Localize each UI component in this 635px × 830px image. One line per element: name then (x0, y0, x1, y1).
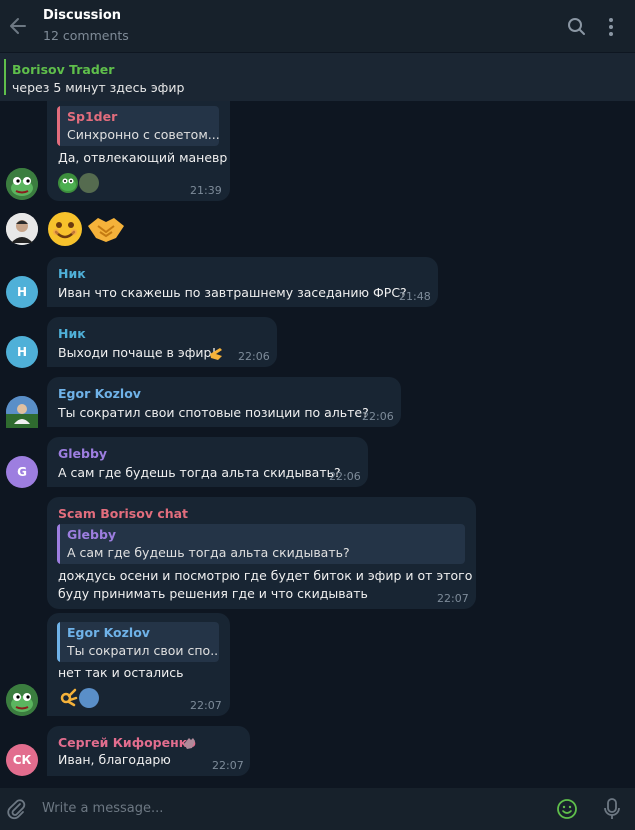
pinned-title: Borisov Trader (12, 62, 115, 77)
reply-preview[interactable]: Sp1der Синхронно с советом... (57, 106, 219, 146)
avatar[interactable] (6, 684, 38, 716)
reply-preview[interactable]: Egor Kozlov Ты сократил свои спо... (57, 622, 219, 662)
message-time: 22:07 (190, 699, 222, 712)
message-text-line-2: буду принимать решения где и что скидыва… (58, 586, 368, 601)
message-bubble[interactable]: Ник Иван что скажешь по завтрашнему засе… (47, 257, 438, 307)
reply-text: А сам где будешь тогда альта скидывать? (67, 545, 350, 560)
avatar[interactable]: Н (6, 336, 38, 368)
photo-reaction-icon[interactable] (79, 688, 99, 708)
smile-emoji-icon (47, 211, 83, 247)
message-text: Иван, благодарю (58, 752, 171, 767)
message-time: 22:06 (362, 410, 394, 423)
sender-name[interactable]: Ник (58, 266, 86, 281)
back-arrow-icon[interactable] (6, 12, 30, 40)
message-text: нет так и остались (58, 665, 184, 680)
pinned-accent-bar (4, 59, 6, 95)
message-bubble[interactable]: Сергей Кифоренко Иван, благодарю 22:07 (47, 726, 250, 776)
microphone-icon[interactable] (601, 797, 623, 821)
attach-icon[interactable] (5, 798, 27, 820)
message-text: Ты сократил свои спотовые позиции по аль… (58, 405, 369, 420)
reply-text: Ты сократил свои спо... (67, 643, 219, 658)
sender-name[interactable]: Ник (58, 326, 86, 341)
chat-header: Discussion 12 comments (0, 0, 635, 52)
reply-accent-bar (57, 106, 60, 146)
message-text-line-1: дождусь осени и посмотрю где будет биток… (58, 568, 473, 583)
reply-sender: Egor Kozlov (67, 625, 150, 640)
message-time: 22:06 (238, 350, 270, 363)
message-time: 22:07 (212, 759, 244, 772)
message-bubble[interactable]: Glebby А сам где будешь тогда альта скид… (47, 437, 368, 487)
sender-name[interactable]: Egor Kozlov (58, 386, 141, 401)
reply-sender: Sp1der (67, 109, 118, 124)
message-time: 22:07 (437, 592, 469, 605)
message-bubble[interactable]: Scam Borisov chat Glebby А сам где будеш… (47, 497, 476, 609)
reply-accent-bar (57, 524, 60, 564)
avatar[interactable] (6, 213, 38, 245)
message-bubble[interactable]: Ник Выходи почаще в эфир! 22:06 (47, 317, 277, 367)
message-text: Выходи почаще в эфир! (58, 345, 217, 360)
message-time: 21:39 (190, 184, 222, 197)
avatar[interactable]: G (6, 456, 38, 488)
search-icon[interactable] (564, 14, 590, 40)
message-time: 22:06 (329, 470, 361, 483)
emoji-icon[interactable] (556, 798, 578, 820)
reply-sender: Glebby (67, 527, 117, 542)
message-bubble[interactable]: Egor Kozlov Ты сократил свои спотовые по… (47, 377, 401, 427)
pinned-text: через 5 минут здесь эфир (12, 80, 185, 95)
message-text: А сам где будешь тогда альта скидывать? (58, 465, 341, 480)
comments-count: 12 comments (43, 28, 129, 43)
waving-hand-emoji-icon (181, 735, 197, 751)
message-input[interactable]: Write a message... (42, 801, 163, 816)
sender-name[interactable]: Scam Borisov chat (58, 506, 188, 521)
sender-name[interactable]: Glebby (58, 446, 107, 461)
more-menu-icon[interactable] (600, 14, 622, 40)
pinned-message[interactable]: Borisov Trader через 5 минут здесь эфир (0, 52, 635, 101)
ok-hand-reaction-icon[interactable] (58, 688, 78, 708)
pointing-hand-emoji-icon (208, 344, 226, 362)
avatar[interactable] (6, 396, 38, 428)
avatar[interactable]: СК (6, 744, 38, 776)
sender-name[interactable]: Сергей Кифоренко (58, 735, 196, 750)
message-time: 21:48 (399, 290, 431, 303)
reply-accent-bar (57, 622, 60, 662)
message-bubble[interactable]: Sp1der Синхронно с советом... Да, отвлек… (47, 101, 230, 201)
handshake-emoji-icon (86, 212, 126, 246)
camo-reaction-icon[interactable] (79, 173, 99, 193)
message-bubble[interactable]: Egor Kozlov Ты сократил свои спо... нет … (47, 613, 230, 716)
frog-reaction-icon[interactable] (58, 173, 78, 193)
reply-text: Синхронно с советом... (67, 127, 219, 142)
message-text: Иван что скажешь по завтрашнему заседани… (58, 285, 407, 300)
avatar[interactable]: Н (6, 276, 38, 308)
message-text: Да, отвлекающий маневр (58, 150, 228, 165)
avatar[interactable] (6, 168, 38, 200)
message-composer: Write a message... (0, 788, 635, 830)
page-title: Discussion (43, 8, 122, 23)
reply-preview[interactable]: Glebby А сам где будешь тогда альта скид… (57, 524, 465, 564)
